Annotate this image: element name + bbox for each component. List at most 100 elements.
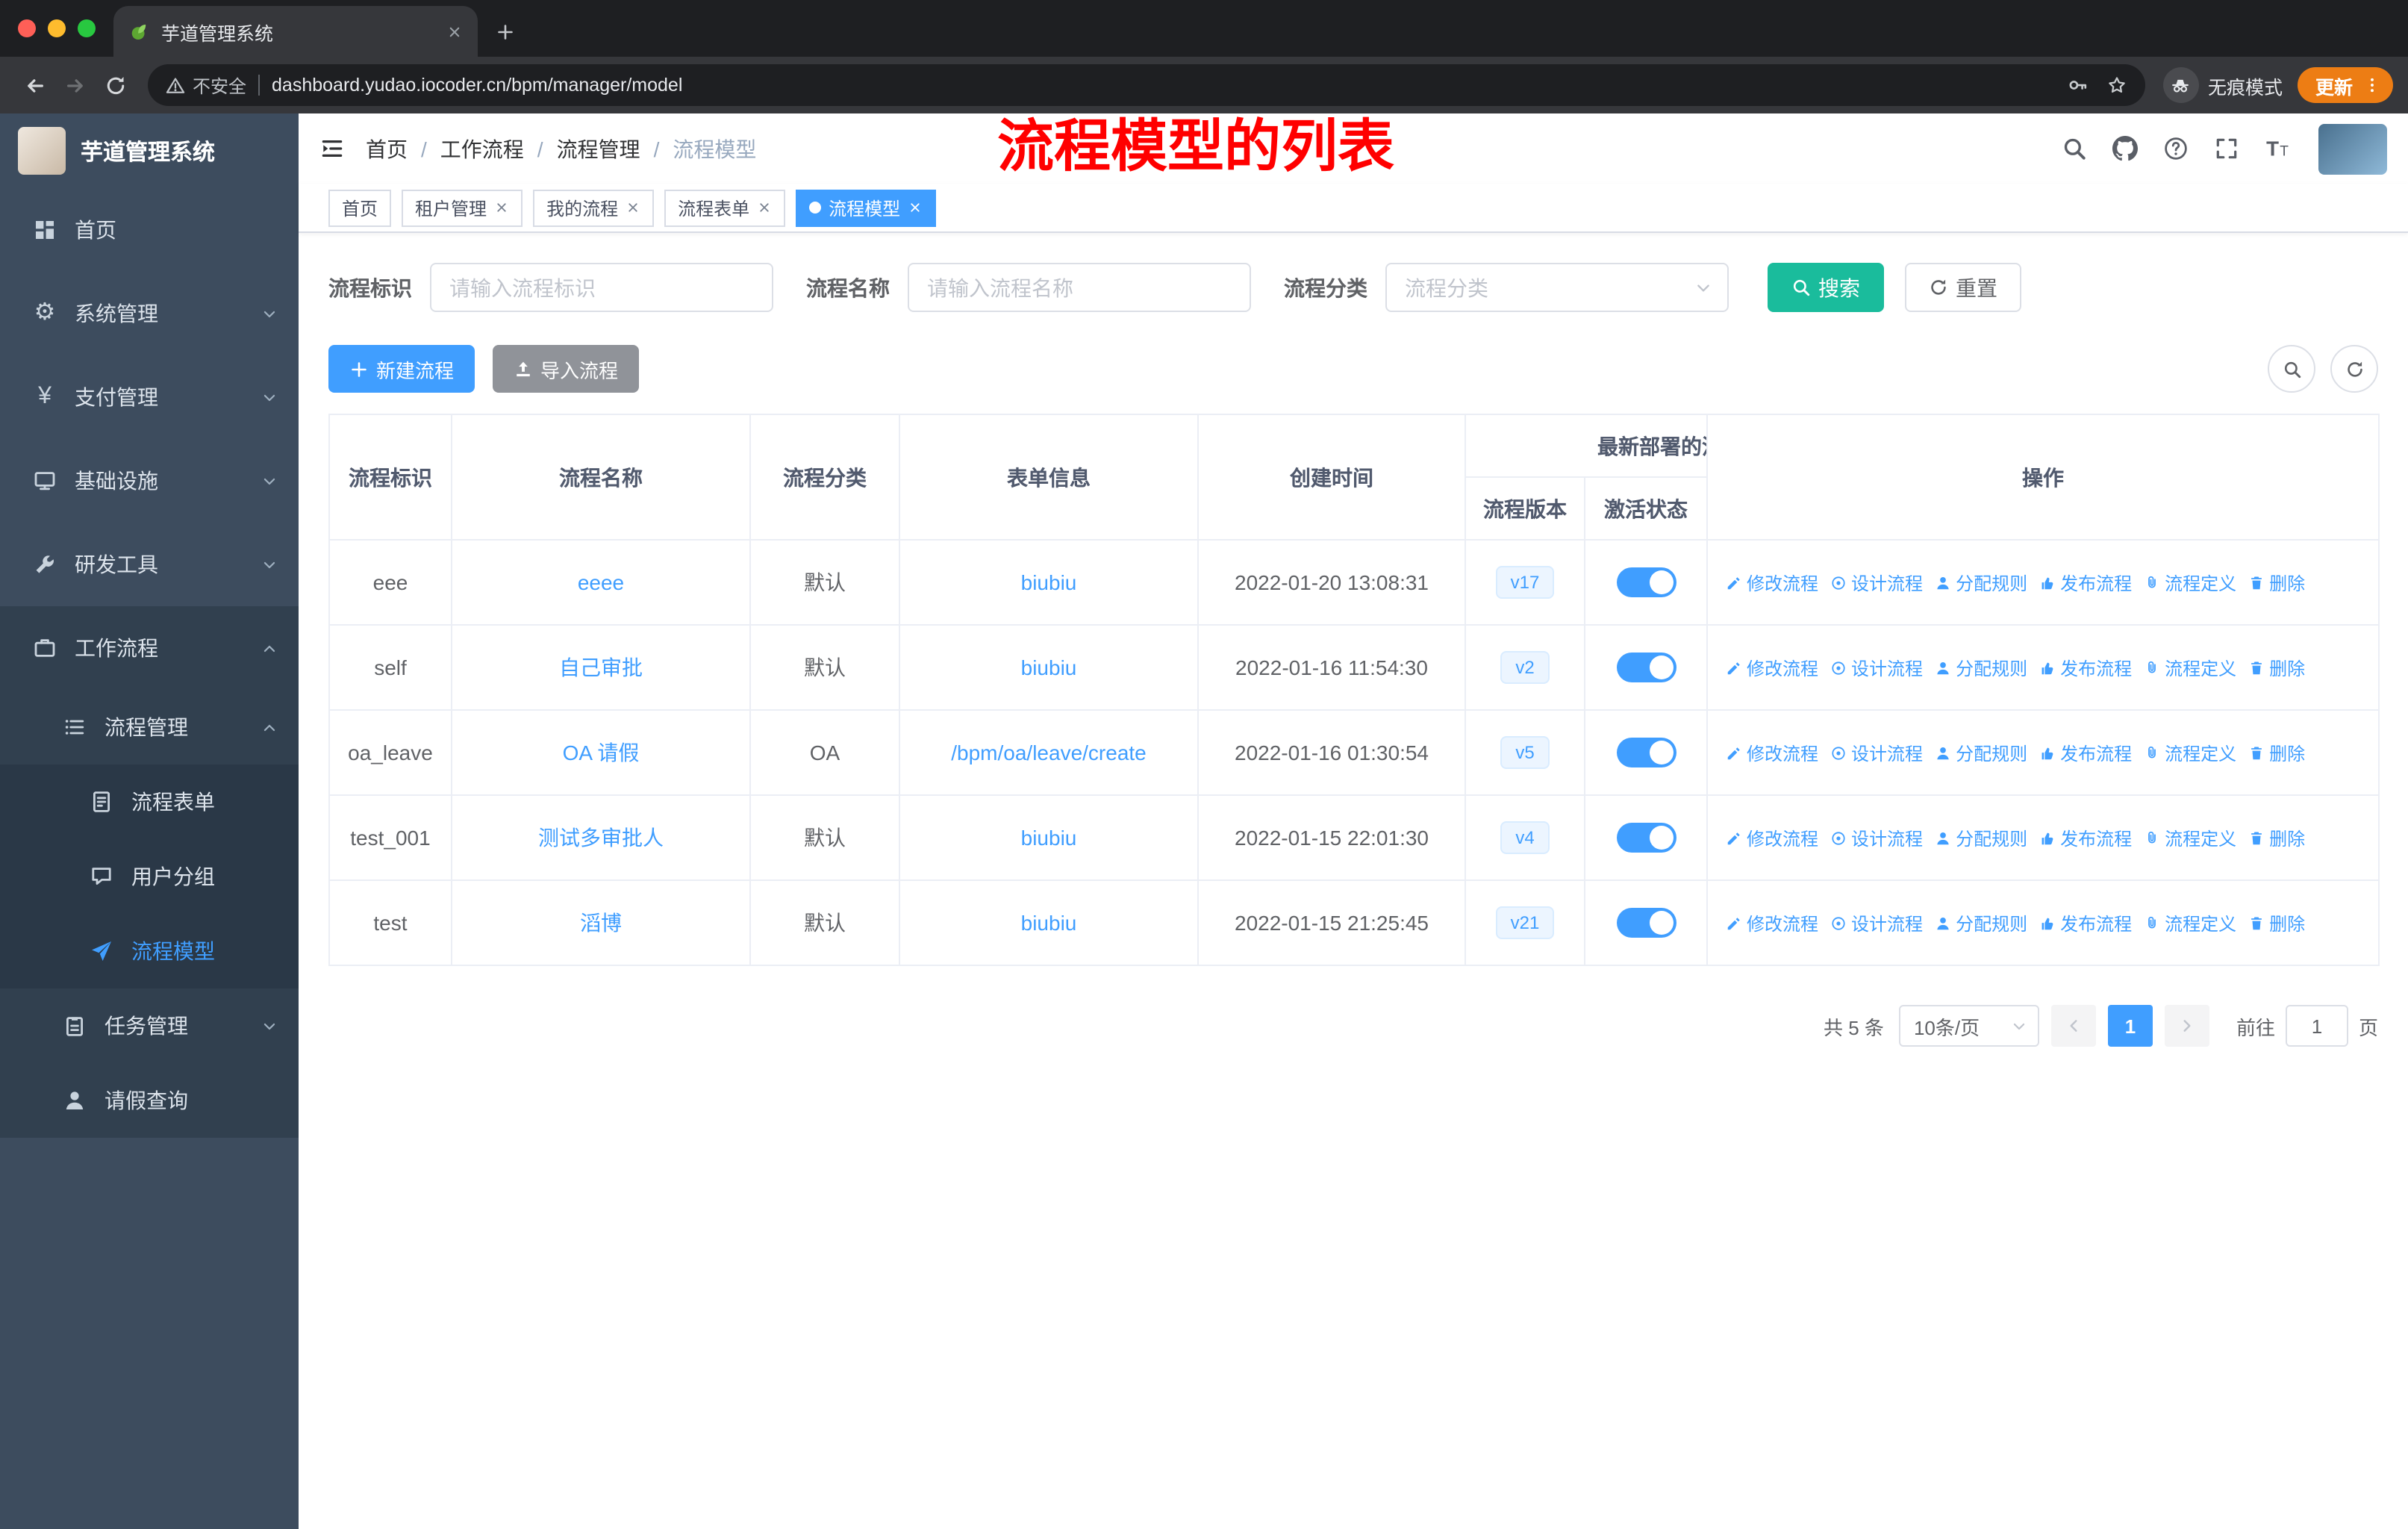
tab-chip-tenant[interactable]: 租户管理 xyxy=(402,189,523,226)
sidebar-item-workflow[interactable]: 工作流程 xyxy=(0,606,299,690)
tab-close-icon[interactable] xyxy=(446,23,463,40)
goto-page-input[interactable] xyxy=(2285,1005,2348,1047)
sidebar-item-system[interactable]: ⚙ 系统管理 xyxy=(0,272,299,355)
action-link-modify[interactable]: 修改流程 xyxy=(1726,740,1818,765)
breadcrumb-item[interactable]: 首页 xyxy=(366,134,408,164)
action-link-publish[interactable]: 发布流程 xyxy=(2039,655,2132,680)
action-link-design[interactable]: 设计流程 xyxy=(1830,825,1923,850)
tab-chip-process-form[interactable]: 流程表单 xyxy=(664,189,786,226)
bookmark-star-icon[interactable] xyxy=(2106,75,2127,96)
tab-chip-process-model[interactable]: 流程模型 xyxy=(796,189,937,226)
action-link-design[interactable]: 设计流程 xyxy=(1830,910,1923,935)
action-link-modify[interactable]: 修改流程 xyxy=(1726,570,1818,595)
action-link-publish[interactable]: 发布流程 xyxy=(2039,910,2132,935)
action-link-assign[interactable]: 分配规则 xyxy=(1935,570,2027,595)
browser-tab[interactable]: 芋道管理系统 xyxy=(113,6,478,57)
action-link-modify[interactable]: 修改流程 xyxy=(1726,825,1818,850)
action-link-delete[interactable]: 删除 xyxy=(2248,825,2305,850)
previous-page-button[interactable] xyxy=(2050,1005,2096,1047)
action-link-assign[interactable]: 分配规则 xyxy=(1935,825,2027,850)
close-window-button[interactable] xyxy=(18,19,36,37)
next-page-button[interactable] xyxy=(2164,1005,2209,1047)
page-size-select[interactable]: 10条/页 xyxy=(1898,1005,2039,1047)
sidebar-item-user-group[interactable]: 用户分组 xyxy=(0,839,299,914)
action-link-definition[interactable]: 流程定义 xyxy=(2144,910,2236,935)
close-icon[interactable] xyxy=(908,200,923,215)
process-category-select[interactable]: 流程分类 xyxy=(1385,263,1729,312)
process-name-link[interactable]: 自己审批 xyxy=(559,655,643,679)
address-bar[interactable]: 不安全 dashboard.yudao.iocoder.cn/bpm/manag… xyxy=(148,64,2145,106)
sidebar-item-process-model[interactable]: 流程模型 xyxy=(0,914,299,988)
header-search-icon[interactable] xyxy=(2062,136,2087,161)
tab-chip-my-process[interactable]: 我的流程 xyxy=(533,189,655,226)
process-name-link[interactable]: 测试多审批人 xyxy=(538,826,664,850)
close-icon[interactable] xyxy=(494,200,509,215)
sidebar-item-process-management[interactable]: 流程管理 xyxy=(0,690,299,764)
forward-button[interactable] xyxy=(55,68,96,102)
fullscreen-icon[interactable] xyxy=(2214,136,2239,161)
action-link-modify[interactable]: 修改流程 xyxy=(1726,655,1818,680)
sidebar-item-leave-query[interactable]: 请假查询 xyxy=(0,1063,299,1138)
browser-update-button[interactable]: 更新 xyxy=(2297,67,2393,103)
action-link-definition[interactable]: 流程定义 xyxy=(2144,740,2236,765)
action-link-delete[interactable]: 删除 xyxy=(2248,655,2305,680)
process-name-link[interactable]: eeee xyxy=(578,570,624,594)
form-info-link[interactable]: biubiu xyxy=(1021,570,1077,594)
sidebar-item-devtools[interactable]: 研发工具 xyxy=(0,523,299,606)
page-number-button[interactable]: 1 xyxy=(2107,1005,2153,1047)
close-icon[interactable] xyxy=(757,200,772,215)
font-size-icon[interactable]: TT xyxy=(2265,136,2290,161)
action-link-assign[interactable]: 分配规则 xyxy=(1935,910,2027,935)
active-status-toggle[interactable] xyxy=(1616,653,1676,682)
active-status-toggle[interactable] xyxy=(1616,823,1676,853)
zoom-window-button[interactable] xyxy=(78,19,96,37)
minimize-window-button[interactable] xyxy=(48,19,66,37)
action-link-publish[interactable]: 发布流程 xyxy=(2039,825,2132,850)
sidebar-item-infrastructure[interactable]: 基础设施 xyxy=(0,439,299,523)
process-name-input[interactable] xyxy=(908,263,1251,312)
sidebar-item-process-form[interactable]: 流程表单 xyxy=(0,764,299,839)
action-link-delete[interactable]: 删除 xyxy=(2248,910,2305,935)
reload-button[interactable] xyxy=(96,68,136,102)
process-name-link[interactable]: 滔博 xyxy=(580,911,622,935)
user-avatar[interactable] xyxy=(2318,123,2387,174)
github-icon[interactable] xyxy=(2112,136,2138,161)
action-link-design[interactable]: 设计流程 xyxy=(1830,570,1923,595)
reset-button[interactable]: 重置 xyxy=(1905,263,2021,312)
action-link-design[interactable]: 设计流程 xyxy=(1830,655,1923,680)
refresh-table-button[interactable] xyxy=(2330,345,2378,393)
sidebar-collapse-button[interactable] xyxy=(299,136,366,161)
action-link-definition[interactable]: 流程定义 xyxy=(2144,570,2236,595)
close-icon[interactable] xyxy=(626,200,640,215)
action-link-definition[interactable]: 流程定义 xyxy=(2144,825,2236,850)
action-link-modify[interactable]: 修改流程 xyxy=(1726,910,1818,935)
action-link-definition[interactable]: 流程定义 xyxy=(2144,655,2236,680)
action-link-assign[interactable]: 分配规则 xyxy=(1935,655,2027,680)
sidebar-item-payment[interactable]: ¥ 支付管理 xyxy=(0,355,299,439)
search-button[interactable]: 搜索 xyxy=(1768,263,1884,312)
breadcrumb-item[interactable]: 工作流程 xyxy=(440,134,524,164)
process-name-link[interactable]: OA 请假 xyxy=(563,741,640,764)
active-status-toggle[interactable] xyxy=(1616,567,1676,597)
breadcrumb-item[interactable]: 流程管理 xyxy=(557,134,640,164)
passwords-key-icon[interactable] xyxy=(2068,75,2089,96)
toggle-search-button[interactable] xyxy=(2268,345,2315,393)
new-tab-button[interactable] xyxy=(496,22,515,42)
action-link-publish[interactable]: 发布流程 xyxy=(2039,570,2132,595)
browser-menu-icon[interactable] xyxy=(2363,76,2381,94)
form-info-link[interactable]: biubiu xyxy=(1021,911,1077,935)
create-process-button[interactable]: 新建流程 xyxy=(328,345,475,393)
breadcrumb-item[interactable]: 流程模型 xyxy=(673,134,756,164)
process-id-input[interactable] xyxy=(430,263,773,312)
form-info-link[interactable]: biubiu xyxy=(1021,826,1077,850)
tab-chip-home[interactable]: 首页 xyxy=(328,189,392,226)
action-link-assign[interactable]: 分配规则 xyxy=(1935,740,2027,765)
action-link-delete[interactable]: 删除 xyxy=(2248,740,2305,765)
app-logo[interactable]: 芋道管理系统 xyxy=(0,113,299,188)
help-icon[interactable] xyxy=(2163,136,2189,161)
form-info-link[interactable]: biubiu xyxy=(1021,655,1077,679)
sidebar-item-task-management[interactable]: 任务管理 xyxy=(0,988,299,1063)
active-status-toggle[interactable] xyxy=(1616,738,1676,767)
action-link-publish[interactable]: 发布流程 xyxy=(2039,740,2132,765)
action-link-design[interactable]: 设计流程 xyxy=(1830,740,1923,765)
